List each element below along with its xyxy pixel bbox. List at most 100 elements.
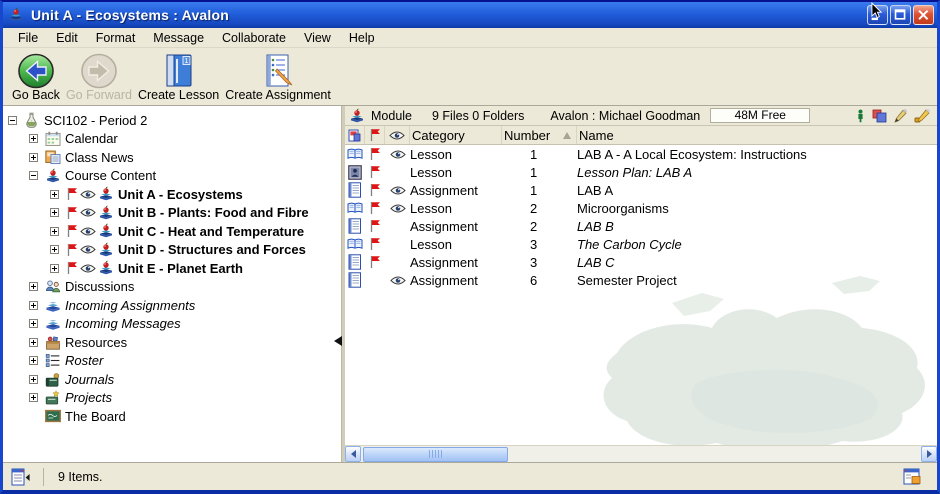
- go-back-button[interactable]: Go Back: [9, 51, 63, 103]
- column-header-name[interactable]: Name: [577, 126, 937, 144]
- menu-item-collaborate[interactable]: Collaborate: [213, 29, 295, 47]
- layers-button[interactable]: [872, 109, 887, 123]
- flask-icon: [24, 112, 40, 128]
- tree-item-label: Discussions: [65, 279, 134, 294]
- books-blue-icon: [45, 298, 61, 313]
- tree-item-course-content[interactable]: Course Content: [3, 167, 341, 186]
- tree-item-unit-d-structures-and-forces[interactable]: Unit D - Structures and Forces: [3, 241, 341, 260]
- list-row-the-carbon-cycle[interactable]: Lesson3The Carbon Cycle: [345, 235, 937, 253]
- presence-button[interactable]: [856, 109, 865, 123]
- collapse-arrow-icon[interactable]: [334, 336, 342, 346]
- flag-icon: [66, 187, 78, 201]
- expander-plus-icon[interactable]: [29, 375, 38, 384]
- expander-plus-icon[interactable]: [50, 227, 59, 236]
- main-area: SCI102 - Period 2 CalendarClass NewsCours…: [3, 106, 937, 462]
- tree-item-class-news[interactable]: Class News: [3, 148, 341, 167]
- column-header-number[interactable]: Number: [502, 126, 577, 144]
- create-lesson-icon: 1: [162, 52, 196, 89]
- expander-plus-icon[interactable]: [29, 356, 38, 365]
- right-arrow-icon: [927, 450, 932, 458]
- app-icon: [8, 6, 26, 24]
- flag-icon: [365, 219, 385, 233]
- expander-plus-icon[interactable]: [50, 264, 59, 273]
- tree-item-unit-b-plants-food-and-fibre[interactable]: Unit B - Plants: Food and Fibre: [3, 204, 341, 223]
- split-view-button[interactable]: [11, 468, 31, 486]
- expander-plus-icon[interactable]: [29, 153, 38, 162]
- list-row-lab-b[interactable]: Assignment2LAB B: [345, 217, 937, 235]
- list-row-lab-a-a-local-ecosystem-instructions[interactable]: Lesson1LAB A - A Local Ecosystem: Instru…: [345, 145, 937, 163]
- name-cell: LAB A - A Local Ecosystem: Instructions: [577, 147, 937, 162]
- tree-item-label: Unit B - Plants: Food and Fibre: [118, 205, 309, 220]
- expander-plus-icon[interactable]: [29, 338, 38, 347]
- menu-item-help[interactable]: Help: [340, 29, 384, 47]
- tree-item-incoming-messages[interactable]: Incoming Messages: [3, 315, 341, 334]
- tree-item-journals[interactable]: Journals: [3, 370, 341, 389]
- menu-item-format[interactable]: Format: [87, 29, 145, 47]
- expander-minus-icon[interactable]: [8, 116, 17, 125]
- expander-plus-icon[interactable]: [50, 245, 59, 254]
- expander-plus-icon[interactable]: [29, 319, 38, 328]
- list-row-semester-project[interactable]: Assignment6Semester Project: [345, 271, 937, 289]
- name-cell: Microorganisms: [577, 201, 937, 216]
- window-view-button[interactable]: [903, 468, 923, 486]
- column-header-category[interactable]: Category: [410, 126, 502, 144]
- eye-icon: [385, 275, 410, 286]
- tree-item-roster[interactable]: Roster: [3, 352, 341, 371]
- tree-item-label: SCI102 - Period 2: [44, 113, 147, 128]
- tree-item-unit-a-ecosystems[interactable]: Unit A - Ecosystems: [3, 185, 341, 204]
- tree-item-discussions[interactable]: Discussions: [3, 278, 341, 297]
- eye-icon: [385, 149, 410, 160]
- create-assignment-button[interactable]: Create Assignment: [222, 51, 334, 103]
- go-forward-button: Go Forward: [63, 51, 135, 103]
- info-bar: Module 9 Files 0 Folders Avalon : Michae…: [345, 106, 937, 126]
- menu-item-message[interactable]: Message: [144, 29, 213, 47]
- list-row-lab-c[interactable]: Assignment3LAB C: [345, 253, 937, 271]
- column-header-eye[interactable]: [385, 126, 410, 144]
- scrollbar-thumb[interactable]: [363, 447, 508, 462]
- tree-item-calendar[interactable]: Calendar: [3, 130, 341, 149]
- tree-item-sci102-period-2[interactable]: SCI102 - Period 2: [3, 111, 341, 130]
- flag-icon: [365, 201, 385, 215]
- category-cell: Assignment: [410, 255, 502, 270]
- expander-plus-icon[interactable]: [50, 208, 59, 217]
- tree-item-unit-c-heat-and-temperature[interactable]: Unit C - Heat and Temperature: [3, 222, 341, 241]
- journals-icon: [45, 372, 61, 387]
- list-row-microorganisms[interactable]: Lesson2Microorganisms: [345, 199, 937, 217]
- expander-plus-icon[interactable]: [29, 282, 38, 291]
- column-header-flag[interactable]: [365, 126, 385, 144]
- list-row-lab-a[interactable]: Assignment1LAB A: [345, 181, 937, 199]
- tree-item-resources[interactable]: Resources: [3, 333, 341, 352]
- file-list: Lesson1LAB A - A Local Ecosystem: Instru…: [345, 145, 937, 445]
- minimize-button[interactable]: [867, 5, 888, 25]
- title-bar[interactable]: Unit A - Ecosystems : Avalon: [3, 2, 937, 28]
- pencil-button[interactable]: [894, 109, 907, 123]
- folder-tree: SCI102 - Period 2 CalendarClass NewsCours…: [3, 106, 341, 462]
- maximize-button[interactable]: [890, 5, 911, 25]
- tree-item-the-board[interactable]: The Board: [3, 407, 341, 426]
- scroll-left-button[interactable]: [345, 446, 361, 462]
- horizontal-scrollbar[interactable]: [345, 445, 937, 462]
- menu-item-view[interactable]: View: [295, 29, 340, 47]
- name-cell: Semester Project: [577, 273, 937, 288]
- list-row-lesson-plan-lab-a[interactable]: Lesson1Lesson Plan: LAB A: [345, 163, 937, 181]
- expander-minus-icon[interactable]: [29, 171, 38, 180]
- expander-plus-icon[interactable]: [29, 393, 38, 402]
- tree-item-label: Incoming Messages: [65, 316, 181, 331]
- expander-plus-icon[interactable]: [29, 301, 38, 310]
- tree-item-incoming-assignments[interactable]: Incoming Assignments: [3, 296, 341, 315]
- tree-item-projects[interactable]: Projects: [3, 389, 341, 408]
- column-header-item[interactable]: [345, 126, 365, 144]
- expander-plus-icon[interactable]: [50, 190, 59, 199]
- menu-item-edit[interactable]: Edit: [47, 29, 87, 47]
- projects-icon: [45, 390, 61, 405]
- module-icon: [349, 108, 366, 124]
- tree-item-unit-e-planet-earth[interactable]: Unit E - Planet Earth: [3, 259, 341, 278]
- menu-item-file[interactable]: File: [9, 29, 47, 47]
- close-button[interactable]: [913, 5, 934, 25]
- create-lesson-button[interactable]: 1Create Lesson: [135, 51, 222, 103]
- object-type-label: Module: [371, 109, 412, 123]
- gold-pencil-button[interactable]: [914, 109, 931, 123]
- scroll-right-button[interactable]: [921, 446, 937, 462]
- expander-plus-icon[interactable]: [29, 134, 38, 143]
- eye-icon: [385, 185, 410, 196]
